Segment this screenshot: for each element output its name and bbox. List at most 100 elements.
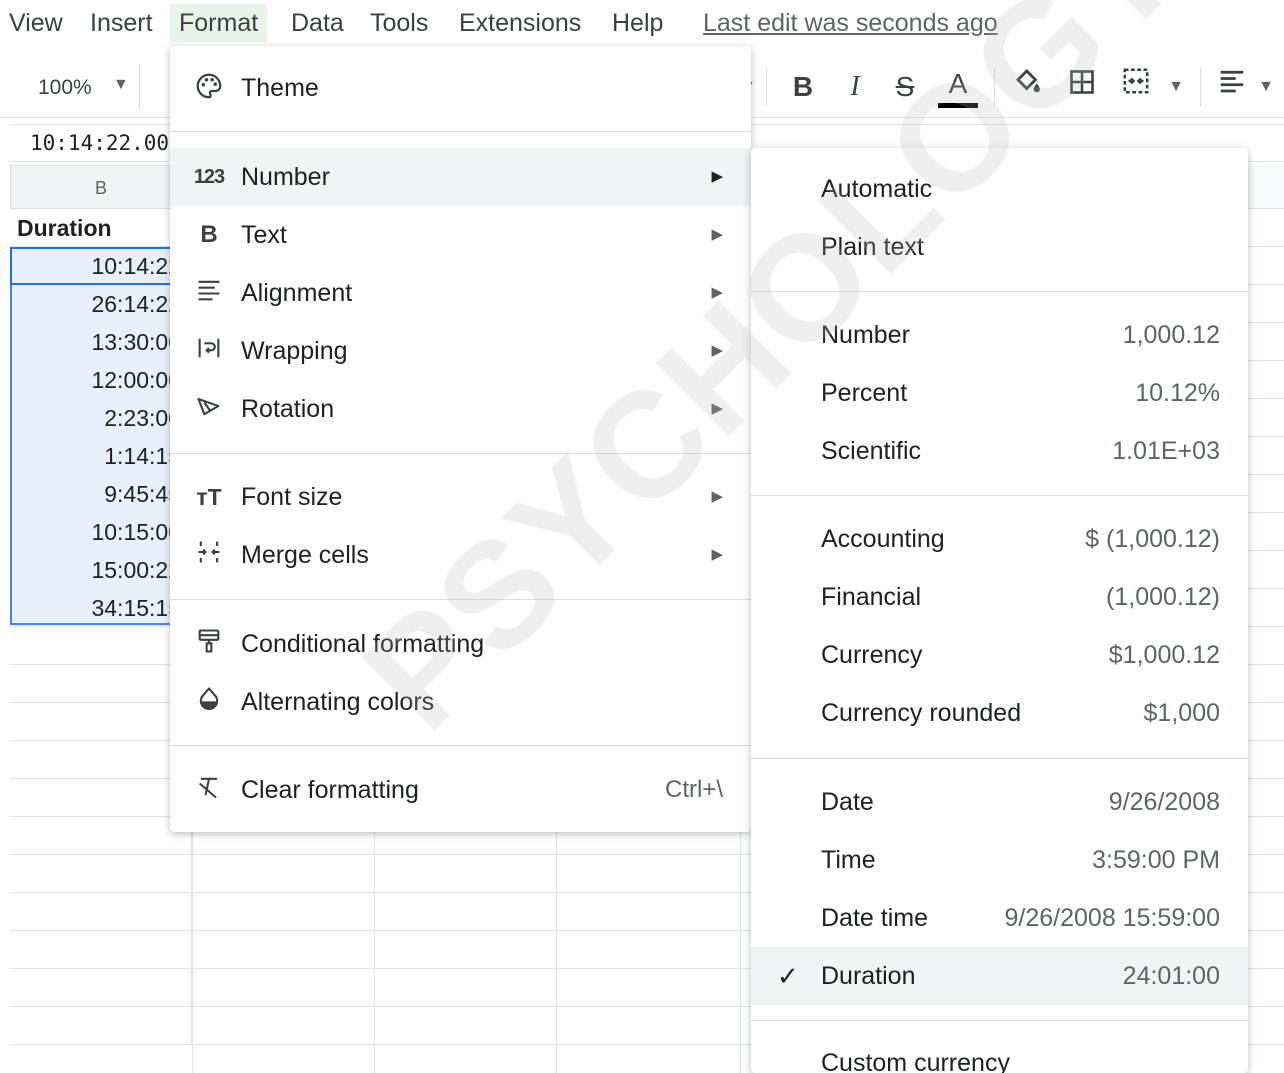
empty-cell[interactable]	[10, 1007, 192, 1045]
empty-cell[interactable]	[10, 627, 192, 665]
menu-extensions[interactable]: Extensions	[450, 4, 590, 42]
column-header-b[interactable]: B	[10, 165, 192, 209]
toolbar-divider	[1200, 68, 1201, 106]
submenu-arrow-icon: ▶	[711, 488, 723, 505]
format-example: 24:01:00	[1122, 962, 1220, 990]
menu-help[interactable]: Help	[603, 4, 672, 42]
empty-cell[interactable]	[10, 779, 192, 817]
menu-divider	[170, 745, 751, 746]
number-format-automatic[interactable]: Automatic	[751, 160, 1248, 218]
menu-item-label: Theme	[241, 74, 319, 102]
number-format-currency-rounded[interactable]: Currency rounded $1,000	[751, 684, 1248, 742]
format-example: 10.12%	[1135, 379, 1220, 407]
merge-cells-icon[interactable]	[1116, 66, 1156, 108]
format-menu-number[interactable]: 123 Number ▶	[170, 148, 751, 206]
number-format-custom-currency[interactable]: Custom currency	[751, 1034, 1248, 1073]
number-format-currency[interactable]: Currency $1,000.12	[751, 626, 1248, 684]
menu-tools[interactable]: Tools	[361, 4, 437, 42]
menu-view[interactable]: View	[0, 4, 72, 42]
format-menu-alternating-colors[interactable]: Alternating colors	[170, 673, 751, 731]
format-menu-rotation[interactable]: Rotation ▶	[170, 380, 751, 438]
menu-item-label: Rotation	[241, 395, 335, 423]
menu-item-label: Plain text	[821, 233, 924, 261]
caret-down-icon[interactable]: ▼	[1256, 66, 1276, 108]
empty-cell[interactable]	[10, 969, 192, 1007]
menu-item-label: Clear formatting	[241, 776, 419, 804]
borders-icon[interactable]	[1062, 66, 1102, 108]
menu-item-label: Automatic	[821, 175, 933, 203]
clear-formatting-icon	[192, 773, 226, 807]
number-format-date-time[interactable]: Date time 9/26/2008 15:59:00	[751, 889, 1248, 947]
menu-divider	[751, 291, 1248, 292]
format-menu-wrapping[interactable]: Wrapping ▶	[170, 322, 751, 380]
format-menu-clear-formatting[interactable]: Clear formatting Ctrl+\	[170, 761, 751, 819]
menu-divider	[170, 453, 751, 454]
empty-cell[interactable]	[10, 893, 192, 931]
bold-icon: B	[200, 221, 218, 248]
menu-insert[interactable]: Insert	[81, 4, 162, 42]
menu-divider	[751, 1020, 1248, 1021]
submenu-arrow-icon: ▶	[711, 168, 723, 185]
menu-item-label: Currency rounded	[821, 699, 1022, 727]
format-menu-text[interactable]: B Text ▶	[170, 206, 751, 264]
menu-item-label: Date time	[821, 904, 928, 932]
menu-item-label: Font size	[241, 483, 343, 511]
number-format-number[interactable]: Number 1,000.12	[751, 306, 1248, 364]
bold-button[interactable]: B	[784, 66, 822, 108]
number-format-financial[interactable]: Financial (1,000.12)	[751, 568, 1248, 626]
paint-roller-icon	[192, 627, 226, 661]
format-menu-alignment[interactable]: Alignment ▶	[170, 264, 751, 322]
menu-item-label: Accounting	[821, 525, 945, 553]
menu-divider	[170, 131, 751, 132]
submenu-arrow-icon: ▶	[711, 284, 723, 301]
formula-value: 10:14:22.00	[30, 131, 170, 155]
text-wrap-icon	[192, 334, 226, 368]
menu-item-label: Scientific	[821, 437, 922, 465]
format-menu-font-size[interactable]: тT Font size ▶	[170, 468, 751, 526]
format-example: $1,000	[1143, 699, 1220, 727]
format-menu: Theme 123 Number ▶ B Text ▶ Alignment ▶ …	[170, 46, 751, 832]
menu-item-label: Number	[821, 321, 910, 349]
format-example: 1,000.12	[1122, 321, 1220, 349]
number-format-duration[interactable]: ✓ Duration 24:01:00	[751, 947, 1248, 1005]
strikethrough-button[interactable]: S	[886, 66, 924, 108]
empty-cell[interactable]	[10, 665, 192, 703]
number-format-date[interactable]: Date 9/26/2008	[751, 773, 1248, 831]
active-cell	[10, 247, 192, 285]
format-menu-merge-cells[interactable]: Merge cells ▶	[170, 526, 751, 584]
format-menu-conditional-formatting[interactable]: Conditional formatting	[170, 615, 751, 673]
number-format-scientific[interactable]: Scientific 1.01E+03	[751, 422, 1248, 480]
empty-cell[interactable]	[10, 703, 192, 741]
number-format-time[interactable]: Time 3:59:00 PM	[751, 831, 1248, 889]
horizontal-align-icon[interactable]	[1212, 66, 1252, 108]
menu-item-label: Conditional formatting	[241, 630, 485, 658]
empty-cell[interactable]	[10, 931, 192, 969]
menu-item-label: Percent	[821, 379, 908, 407]
header-cell-duration[interactable]: Duration	[10, 209, 192, 247]
keyboard-shortcut: Ctrl+\	[664, 776, 723, 803]
merge-cells-icon	[192, 538, 226, 572]
caret-down-icon[interactable]: ▼	[1166, 66, 1186, 108]
number-format-accounting[interactable]: Accounting $ (1,000.12)	[751, 510, 1248, 568]
menu-item-label: Number	[241, 163, 330, 191]
menu-divider	[170, 599, 751, 600]
number-format-icon: 123	[193, 166, 225, 188]
empty-cell[interactable]	[10, 817, 192, 855]
number-format-percent[interactable]: Percent 10.12%	[751, 364, 1248, 422]
text-color-button[interactable]: A	[938, 66, 978, 108]
fill-color-icon[interactable]	[1008, 66, 1048, 108]
italic-button[interactable]: I	[836, 66, 874, 108]
menu-data[interactable]: Data	[282, 4, 353, 42]
menu-format[interactable]: Format	[170, 4, 268, 42]
empty-cell[interactable]	[10, 855, 192, 893]
empty-cell[interactable]	[10, 741, 192, 779]
format-example: 1.01E+03	[1112, 437, 1220, 465]
menu-item-label: Alignment	[241, 279, 353, 307]
format-menu-theme[interactable]: Theme	[170, 59, 751, 117]
format-example: $ (1,000.12)	[1085, 525, 1220, 553]
zoom-select[interactable]: 100% ▼	[10, 64, 140, 110]
palette-icon	[192, 71, 226, 105]
number-format-plain-text[interactable]: Plain text	[751, 218, 1248, 276]
submenu-arrow-icon: ▶	[711, 400, 723, 417]
last-edit-link[interactable]: Last edit was seconds ago	[703, 4, 998, 42]
